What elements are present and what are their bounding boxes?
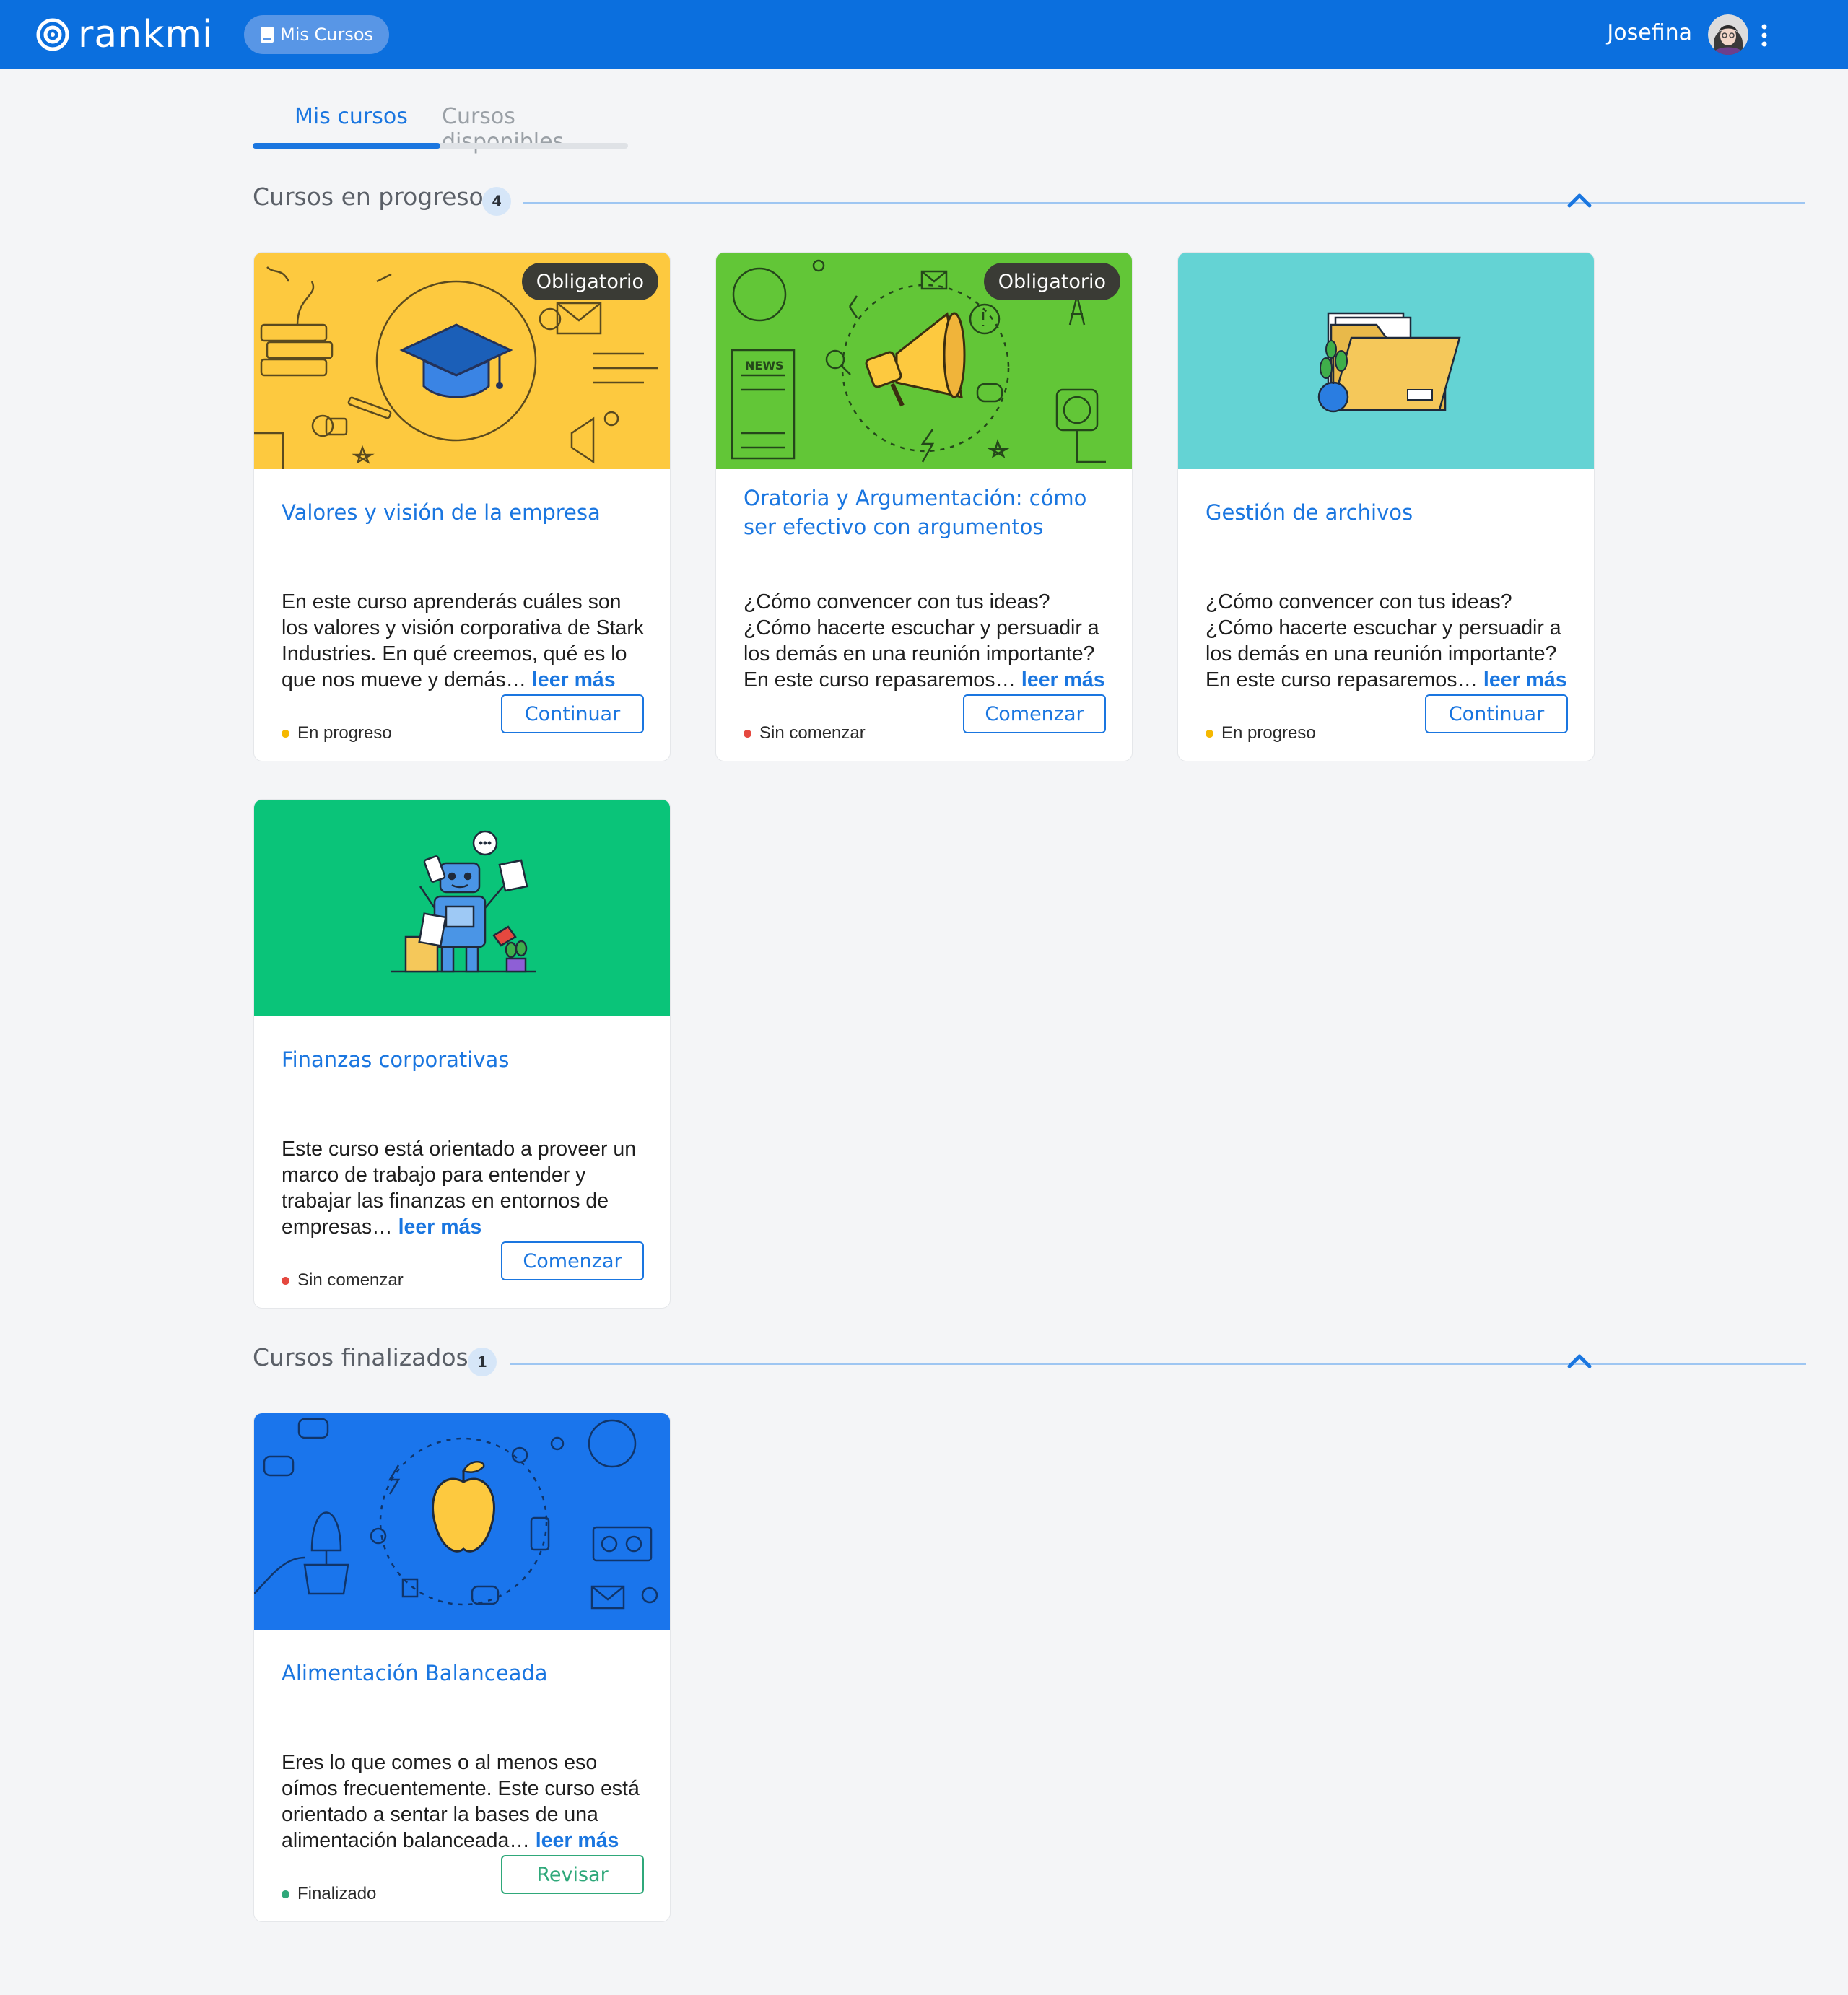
course-status: Finalizado: [282, 1884, 376, 1904]
course-image: [254, 1413, 670, 1630]
course-card[interactable]: NEWS Obligatorio Oratoria y Argumentació…: [715, 252, 1133, 761]
course-title[interactable]: Alimentación Balanceada: [282, 1659, 642, 1688]
count-badge: 4: [482, 187, 511, 216]
course-tabs: Mis cursos Cursos disponibles: [253, 101, 628, 154]
course-status: En progreso: [1206, 723, 1316, 743]
tab-underline-active: [253, 143, 440, 149]
course-status: Sin comenzar: [744, 723, 866, 743]
status-dot: [282, 1890, 289, 1898]
course-image: NEWS Obligatorio: [716, 253, 1132, 469]
read-more-link[interactable]: leer más: [532, 668, 616, 691]
start-button[interactable]: Comenzar: [963, 694, 1106, 733]
course-title[interactable]: Oratoria y Argumentación: cómo ser efect…: [744, 484, 1104, 541]
chevron-up-icon[interactable]: [1564, 1348, 1595, 1374]
course-description: En este curso aprenderás cuáles son los …: [282, 589, 650, 693]
rankmi-logo-icon: [36, 18, 69, 51]
course-status: Sin comenzar: [282, 1270, 404, 1291]
review-button[interactable]: Revisar: [501, 1855, 644, 1894]
status-label: Sin comenzar: [297, 1270, 404, 1290]
brand-logo[interactable]: rankmi: [35, 13, 213, 56]
section-in-progress-header: Cursos en progreso 4: [253, 183, 1805, 219]
chevron-up-icon[interactable]: [1564, 187, 1595, 213]
ellipsis: …: [1457, 668, 1478, 691]
ellipsis: …: [995, 668, 1016, 691]
section-finished-header: Cursos finalizados 1: [253, 1343, 1806, 1379]
brand-name: rankmi: [78, 13, 214, 56]
continue-button[interactable]: Continuar: [1425, 694, 1568, 733]
course-description: ¿Cómo convencer con tus ideas? ¿Cómo hac…: [744, 589, 1112, 693]
ellipsis: …: [372, 1215, 393, 1239]
course-image: Obligatorio: [254, 253, 670, 469]
kebab-menu-icon[interactable]: [1760, 23, 1769, 48]
section-title: Cursos finalizados: [253, 1343, 468, 1371]
status-dot: [1206, 729, 1213, 738]
svg-text:NEWS: NEWS: [745, 359, 784, 372]
course-description: ¿Cómo convencer con tus ideas? ¿Cómo hac…: [1206, 589, 1574, 693]
tab-my-courses[interactable]: Mis cursos: [295, 104, 408, 129]
course-card[interactable]: Alimentación Balanceada Eres lo que come…: [253, 1413, 671, 1922]
course-card[interactable]: Finanzas corporativas Este curso está or…: [253, 799, 671, 1309]
continue-button[interactable]: Continuar: [501, 694, 644, 733]
read-more-link[interactable]: leer más: [536, 1829, 619, 1852]
course-title[interactable]: Finanzas corporativas: [282, 1045, 642, 1074]
status-dot: [282, 1276, 289, 1285]
section-divider: [523, 202, 1805, 204]
read-more-link[interactable]: leer más: [398, 1215, 482, 1239]
status-dot: [282, 729, 289, 738]
course-image: [254, 800, 670, 1016]
status-label: En progreso: [1221, 723, 1316, 743]
course-image: [1178, 253, 1594, 469]
read-more-link[interactable]: leer más: [1483, 668, 1567, 691]
start-button[interactable]: Comenzar: [501, 1241, 644, 1280]
read-more-link[interactable]: leer más: [1021, 668, 1105, 691]
status-dot: [744, 729, 751, 738]
user-name[interactable]: Josefina: [1607, 20, 1692, 45]
section-divider: [510, 1363, 1806, 1365]
course-title[interactable]: Gestión de archivos: [1206, 498, 1566, 527]
course-card[interactable]: Obligatorio Valores y visión de la empre…: [253, 252, 671, 761]
section-title: Cursos en progreso: [253, 183, 484, 211]
count-badge: 1: [468, 1348, 497, 1376]
course-description: Eres lo que comes o al menos eso oímos f…: [282, 1750, 650, 1854]
course-card[interactable]: Gestión de archivos ¿Cómo convencer con …: [1177, 252, 1595, 761]
ellipsis: …: [505, 668, 527, 691]
top-navbar: rankmi Mis Cursos Josefina: [0, 0, 1848, 69]
status-label: Finalizado: [297, 1884, 377, 1903]
status-label: Sin comenzar: [759, 723, 866, 743]
user-avatar[interactable]: [1708, 14, 1748, 55]
nav-my-courses-button[interactable]: Mis Cursos: [244, 15, 390, 54]
course-status: En progreso: [282, 723, 392, 743]
ellipsis: …: [509, 1829, 530, 1852]
course-description: Este curso está orientado a proveer un m…: [282, 1136, 650, 1240]
status-label: En progreso: [297, 723, 392, 743]
nav-pill-label: Mis Cursos: [280, 25, 374, 45]
course-title[interactable]: Valores y visión de la empresa: [282, 498, 642, 527]
mandatory-badge: Obligatorio: [983, 263, 1120, 300]
book-icon: [261, 27, 274, 43]
mandatory-badge: Obligatorio: [521, 263, 658, 300]
